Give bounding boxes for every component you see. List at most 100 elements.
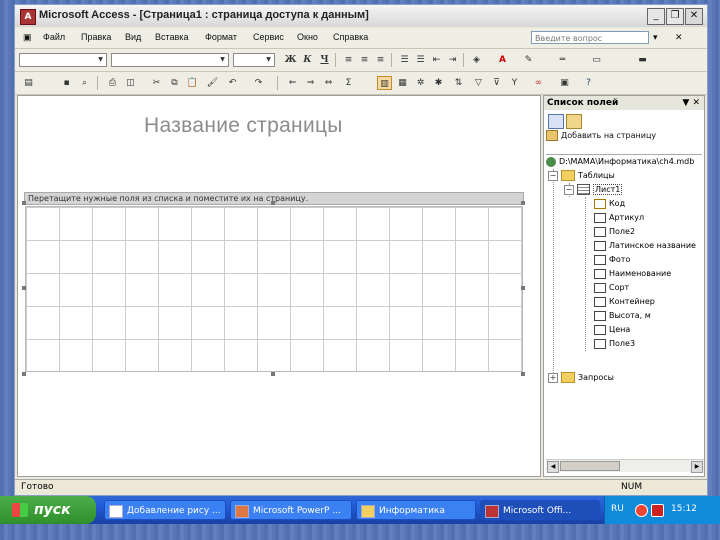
sum-icon[interactable]: Σ — [341, 76, 356, 90]
tree-field[interactable]: Латинское название — [594, 239, 696, 253]
line-width-icon[interactable]: ═ — [555, 53, 570, 67]
section-grid[interactable] — [25, 206, 523, 372]
menu-view[interactable]: Вид — [125, 32, 141, 42]
print-icon[interactable]: ⎙ — [105, 76, 120, 90]
tree-field[interactable]: Поле2 — [594, 225, 635, 239]
page-design-canvas[interactable]: Название страницы Перетащите нужные поля… — [17, 95, 541, 477]
document-icon[interactable]: ▣ — [23, 32, 32, 43]
font-combo[interactable]: ▼ — [111, 53, 229, 67]
tree-field[interactable]: Артикул — [594, 211, 644, 225]
tree-field[interactable]: Контейнер — [594, 295, 655, 309]
align-right-icon[interactable]: ≡ — [373, 53, 388, 67]
menu-file[interactable]: Файл — [43, 32, 65, 42]
tree-field[interactable]: Наименование — [594, 267, 671, 281]
doc-close-icon[interactable]: ✕ — [675, 32, 683, 43]
window-icon[interactable]: ▣ — [557, 76, 572, 90]
menu-insert[interactable]: Вставка — [155, 32, 188, 42]
resize-handle[interactable] — [22, 372, 26, 376]
expand-icon[interactable]: + — [548, 372, 558, 383]
page-title[interactable]: Название страницы — [144, 114, 343, 138]
undo-icon[interactable]: ↶ — [225, 76, 240, 90]
ask-dropdown-icon[interactable]: ▾ — [653, 32, 658, 43]
taskbar-item[interactable]: Информатика — [356, 500, 476, 520]
collapse-icon[interactable]: − — [564, 184, 574, 195]
cut-icon[interactable]: ✂ — [149, 76, 164, 90]
help-icon[interactable]: ? — [581, 76, 596, 90]
promote-icon[interactable]: ⇐ — [285, 76, 300, 90]
taskbar-item-active[interactable]: Microsoft Offi... — [480, 500, 600, 520]
scroll-right-icon[interactable]: ▶ — [691, 461, 703, 473]
field-list-toggle-icon[interactable]: ▥ — [377, 76, 392, 90]
tree-field[interactable]: Цена — [594, 323, 630, 337]
menu-help[interactable]: Справка — [333, 32, 368, 42]
redo-icon[interactable]: ↷ — [251, 76, 266, 90]
group-icon[interactable]: ⇔ — [321, 76, 336, 90]
fill-color-icon[interactable]: ◈ — [469, 53, 484, 67]
line-color-icon[interactable]: ✎ — [521, 53, 536, 67]
tree-field[interactable]: Код — [594, 197, 625, 211]
tree-tables[interactable]: − Таблицы — [548, 169, 615, 183]
resize-handle[interactable] — [521, 286, 525, 290]
border-style-icon[interactable]: ▭ — [589, 53, 604, 67]
start-button[interactable]: пуск — [0, 496, 96, 524]
scroll-left-icon[interactable]: ◀ — [547, 461, 559, 473]
tree-field[interactable]: Поле3 — [594, 337, 635, 351]
minimize-button[interactable]: _ — [647, 8, 665, 25]
font-color-icon[interactable]: A — [495, 53, 510, 67]
apply-filter-icon[interactable]: Y — [507, 76, 522, 90]
resize-handle[interactable] — [271, 372, 275, 376]
underline-button[interactable]: Ч — [317, 53, 332, 67]
bullet-list-icon[interactable]: ☰ — [413, 53, 428, 67]
align-left-icon[interactable]: ≡ — [341, 53, 356, 67]
demote-icon[interactable]: ⇒ — [303, 76, 318, 90]
tree-sheet[interactable]: − Лист1 — [564, 183, 623, 197]
search-icon[interactable]: ⌕ — [77, 76, 92, 90]
link-icon[interactable]: ∞ — [531, 76, 546, 90]
menu-tools[interactable]: Сервис — [253, 32, 284, 42]
add-to-page-button[interactable]: Добавить на страницу — [546, 130, 656, 141]
shield-icon[interactable] — [635, 504, 648, 517]
print-preview-icon[interactable]: ◫ — [123, 76, 138, 90]
tree-database[interactable]: D:\MAMA\Информатика\ch4.mdb — [546, 155, 694, 169]
copy-icon[interactable]: ⧉ — [167, 76, 182, 90]
filter-by-selection-icon[interactable]: ⊽ — [489, 76, 504, 90]
collapse-icon[interactable]: − — [548, 170, 558, 181]
close-button[interactable]: ✕ — [685, 8, 703, 25]
save-icon[interactable]: ▪ — [59, 76, 74, 90]
menu-window[interactable]: Окно — [297, 32, 318, 42]
database-icon[interactable] — [548, 114, 564, 129]
language-indicator[interactable]: RU — [611, 504, 624, 514]
numbered-list-icon[interactable]: ☰ — [397, 53, 412, 67]
restore-button[interactable]: ❐ — [666, 8, 684, 25]
taskbar-item[interactable]: Microsoft PowerP ... — [230, 500, 352, 520]
outdent-icon[interactable]: ⇤ — [429, 53, 444, 67]
toolbox-icon[interactable]: ▦ — [395, 76, 410, 90]
format-painter-icon[interactable]: 🖌 — [205, 76, 220, 90]
script-icon[interactable]: ✱ — [431, 76, 446, 90]
sort-icon[interactable]: ⇅ — [451, 76, 466, 90]
resize-handle[interactable] — [521, 201, 525, 205]
antivirus-icon[interactable] — [651, 504, 664, 517]
italic-button[interactable]: К — [300, 53, 315, 67]
taskbar-item[interactable]: Добавление рису ... — [104, 500, 226, 520]
special-effect-icon[interactable]: ▬ — [635, 53, 650, 67]
scroll-thumb[interactable] — [560, 461, 620, 471]
menu-edit[interactable]: Правка — [81, 32, 111, 42]
paste-icon[interactable]: 📋 — [185, 76, 200, 90]
ask-question-input[interactable]: Введите вопрос — [531, 31, 649, 44]
tree-field[interactable]: Фото — [594, 253, 630, 267]
resize-handle[interactable] — [521, 372, 525, 376]
resize-handle[interactable] — [22, 201, 26, 205]
tree-field[interactable]: Сорт — [594, 281, 629, 295]
filter-icon[interactable]: ▽ — [471, 76, 486, 90]
font-size-combo[interactable]: ▼ — [233, 53, 275, 67]
resize-handle[interactable] — [22, 286, 26, 290]
view-icon[interactable]: ▤ — [21, 76, 36, 90]
align-center-icon[interactable]: ≡ — [357, 53, 372, 67]
resize-handle[interactable] — [271, 201, 275, 205]
horizontal-scrollbar[interactable]: ◀ ▶ — [546, 459, 704, 473]
object-combo[interactable]: ▼ — [19, 53, 107, 67]
tree-field[interactable]: Высота, м — [594, 309, 651, 323]
title-bar[interactable]: A Microsoft Access - [Страница1 : страни… — [15, 5, 707, 27]
properties-icon[interactable]: ✲ — [413, 76, 428, 90]
